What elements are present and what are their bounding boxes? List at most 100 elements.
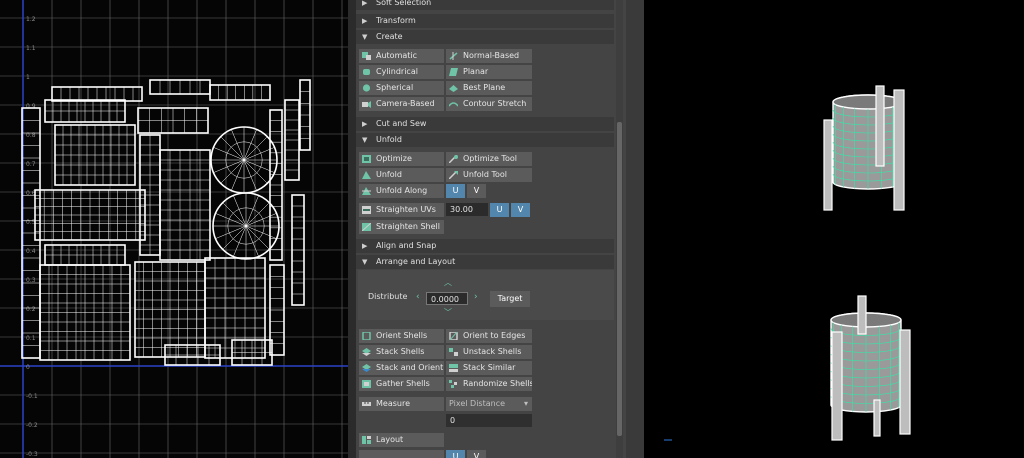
straighten-u-toggle[interactable]: U	[490, 203, 509, 217]
optimize-button[interactable]: Optimize	[359, 152, 444, 166]
uv-editor-panel[interactable]: 1.2 1.1 1 0.9 0.8 0.7 0.6 0.5 0.4 0.3 0.2 0.1 0 -0.1-…	[0, 0, 348, 458]
uv-shell[interactable]	[137, 107, 209, 134]
v-tick-label: 0.4	[26, 248, 36, 255]
straighten-shell-icon	[362, 223, 371, 231]
cylindrical-button[interactable]: Cylindrical	[359, 65, 444, 79]
unfold-along-u-toggle[interactable]: U	[446, 184, 465, 198]
panel-divider[interactable]	[348, 0, 356, 458]
uv-shell[interactable]	[299, 79, 311, 151]
v-tick-label: -0.1	[26, 393, 38, 400]
unstack-shells-button[interactable]: Unstack Shells	[446, 345, 532, 359]
mesh-tab	[831, 331, 843, 441]
uv-grid-canvas[interactable]: 1.21.110.90.80.70.60.50.40.30.20.10-0.1-…	[0, 0, 348, 458]
section-create[interactable]: ▼ Create	[356, 30, 614, 44]
orient-to-edges-icon	[449, 332, 458, 340]
unfold-along-v-toggle[interactable]: V	[467, 184, 486, 198]
measure-mode-dropdown[interactable]: Pixel Distance ▾	[446, 397, 532, 411]
uv-shell-pole-top[interactable]	[210, 126, 278, 194]
layout-along-button[interactable]	[359, 450, 444, 458]
camera-based-button[interactable]: Camera-Based	[359, 97, 444, 111]
uv-shell-pole-bottom[interactable]	[212, 192, 280, 260]
normal-based-icon	[449, 52, 458, 60]
measure-value-field[interactable]: 0	[446, 414, 532, 427]
layout-button[interactable]: Layout	[359, 433, 444, 447]
distribute-label: Distribute	[368, 292, 408, 301]
uv-shell[interactable]	[44, 99, 126, 123]
straighten-angle-field[interactable]: 30.00	[446, 203, 488, 216]
spherical-button[interactable]: Spherical	[359, 81, 444, 95]
stack-shells-button[interactable]: Stack Shells	[359, 345, 444, 359]
v-tick-label: 1.2	[26, 16, 36, 23]
distribute-up-arrow-icon[interactable]: ︿	[444, 277, 452, 288]
v-tick-label: 0.2	[26, 306, 36, 313]
distribute-right-arrow-icon[interactable]: ›	[474, 292, 478, 302]
layout-u-toggle[interactable]: U	[446, 450, 465, 458]
contour-stretch-button[interactable]: Contour Stretch	[446, 97, 532, 111]
orient-to-edges-button[interactable]: Orient to Edges	[446, 329, 532, 343]
section-transform[interactable]: ▶ Transform	[356, 14, 614, 28]
mesh-tab	[899, 329, 911, 435]
measure-ruler-icon	[362, 402, 371, 406]
orient-shells-button[interactable]: Orient Shells	[359, 329, 444, 343]
layout-icon	[362, 436, 371, 444]
mesh-tab	[893, 89, 905, 211]
stack-similar-button[interactable]: Stack Similar	[446, 361, 532, 375]
planar-button[interactable]: Planar	[446, 65, 532, 79]
uv-shell[interactable]	[209, 84, 271, 101]
measure-button[interactable]: Measure	[359, 397, 444, 411]
mesh-tab	[875, 85, 885, 167]
section-soft-selection[interactable]: ▶ Soft Selection	[356, 0, 614, 10]
straighten-shell-button[interactable]: Straighten Shell	[359, 220, 444, 234]
uv-shell[interactable]	[44, 244, 126, 266]
distribute-down-arrow-icon[interactable]: ﹀	[444, 307, 452, 318]
uv-shell[interactable]	[204, 257, 266, 359]
uv-shells[interactable]	[21, 79, 311, 366]
layout-v-toggle[interactable]: V	[467, 450, 486, 458]
expand-arrow-icon: ▶	[362, 0, 368, 7]
uv-shell[interactable]	[231, 339, 273, 366]
unfold-tool-button[interactable]: Unfold Tool	[446, 168, 532, 182]
distribute-value-field[interactable]: 0.0000	[426, 292, 468, 305]
uv-shell[interactable]	[269, 109, 283, 261]
uv-shell[interactable]	[139, 134, 161, 256]
section-arrange-and-layout[interactable]: ▼ Arrange and Layout	[356, 255, 614, 269]
distribute-left-arrow-icon[interactable]: ‹	[416, 292, 420, 302]
target-button[interactable]: Target	[490, 291, 530, 307]
cylinder-mesh-top[interactable]	[832, 94, 904, 190]
gather-shells-button[interactable]: Gather Shells	[359, 377, 444, 391]
straighten-v-toggle[interactable]: V	[511, 203, 530, 217]
unfold-along-button[interactable]: Unfold Along	[359, 184, 444, 198]
stack-similar-icon	[449, 364, 458, 372]
optimize-tool-button[interactable]: Optimize Tool	[446, 152, 532, 166]
panel-divider[interactable]	[626, 0, 644, 458]
straighten-uvs-button[interactable]: Straighten UVs	[359, 203, 444, 217]
collapse-arrow-icon: ▼	[362, 136, 368, 144]
viewport-canvas[interactable]	[644, 0, 1024, 458]
best-plane-button[interactable]: Best Plane	[446, 81, 532, 95]
v-tick-label: 1	[26, 74, 30, 81]
uv-shell[interactable]	[21, 107, 41, 359]
automatic-button[interactable]: Automatic	[359, 49, 444, 63]
normal-based-button[interactable]: Normal-Based	[446, 49, 532, 63]
uv-shell[interactable]	[291, 194, 305, 306]
uv-shell[interactable]	[149, 79, 211, 95]
v-tick-label: 0	[26, 364, 30, 371]
planar-icon	[449, 68, 458, 76]
v-tick-label: 0.1	[26, 335, 36, 342]
sphere-icon	[362, 84, 371, 92]
uv-shell[interactable]	[34, 189, 146, 241]
randomize-shells-button[interactable]: Randomize Shells	[446, 377, 532, 391]
v-tick-label: 0.7	[26, 161, 36, 168]
uv-shell[interactable]	[159, 149, 211, 261]
uv-shell[interactable]	[134, 261, 206, 358]
unfold-button[interactable]: Unfold	[359, 168, 444, 182]
toolkit-scrollbar-thumb[interactable]	[617, 122, 622, 436]
orient-shells-icon	[362, 332, 371, 340]
section-align-and-snap[interactable]: ▶ Align and Snap	[356, 239, 614, 253]
3d-viewport[interactable]	[644, 0, 1024, 458]
section-unfold[interactable]: ▼ Unfold	[356, 133, 614, 147]
stack-and-orient-button[interactable]: Stack and Orient	[359, 361, 444, 375]
uv-shell[interactable]	[284, 99, 300, 181]
section-cut-and-sew[interactable]: ▶ Cut and Sew	[356, 117, 614, 131]
uv-shell[interactable]	[51, 86, 143, 102]
